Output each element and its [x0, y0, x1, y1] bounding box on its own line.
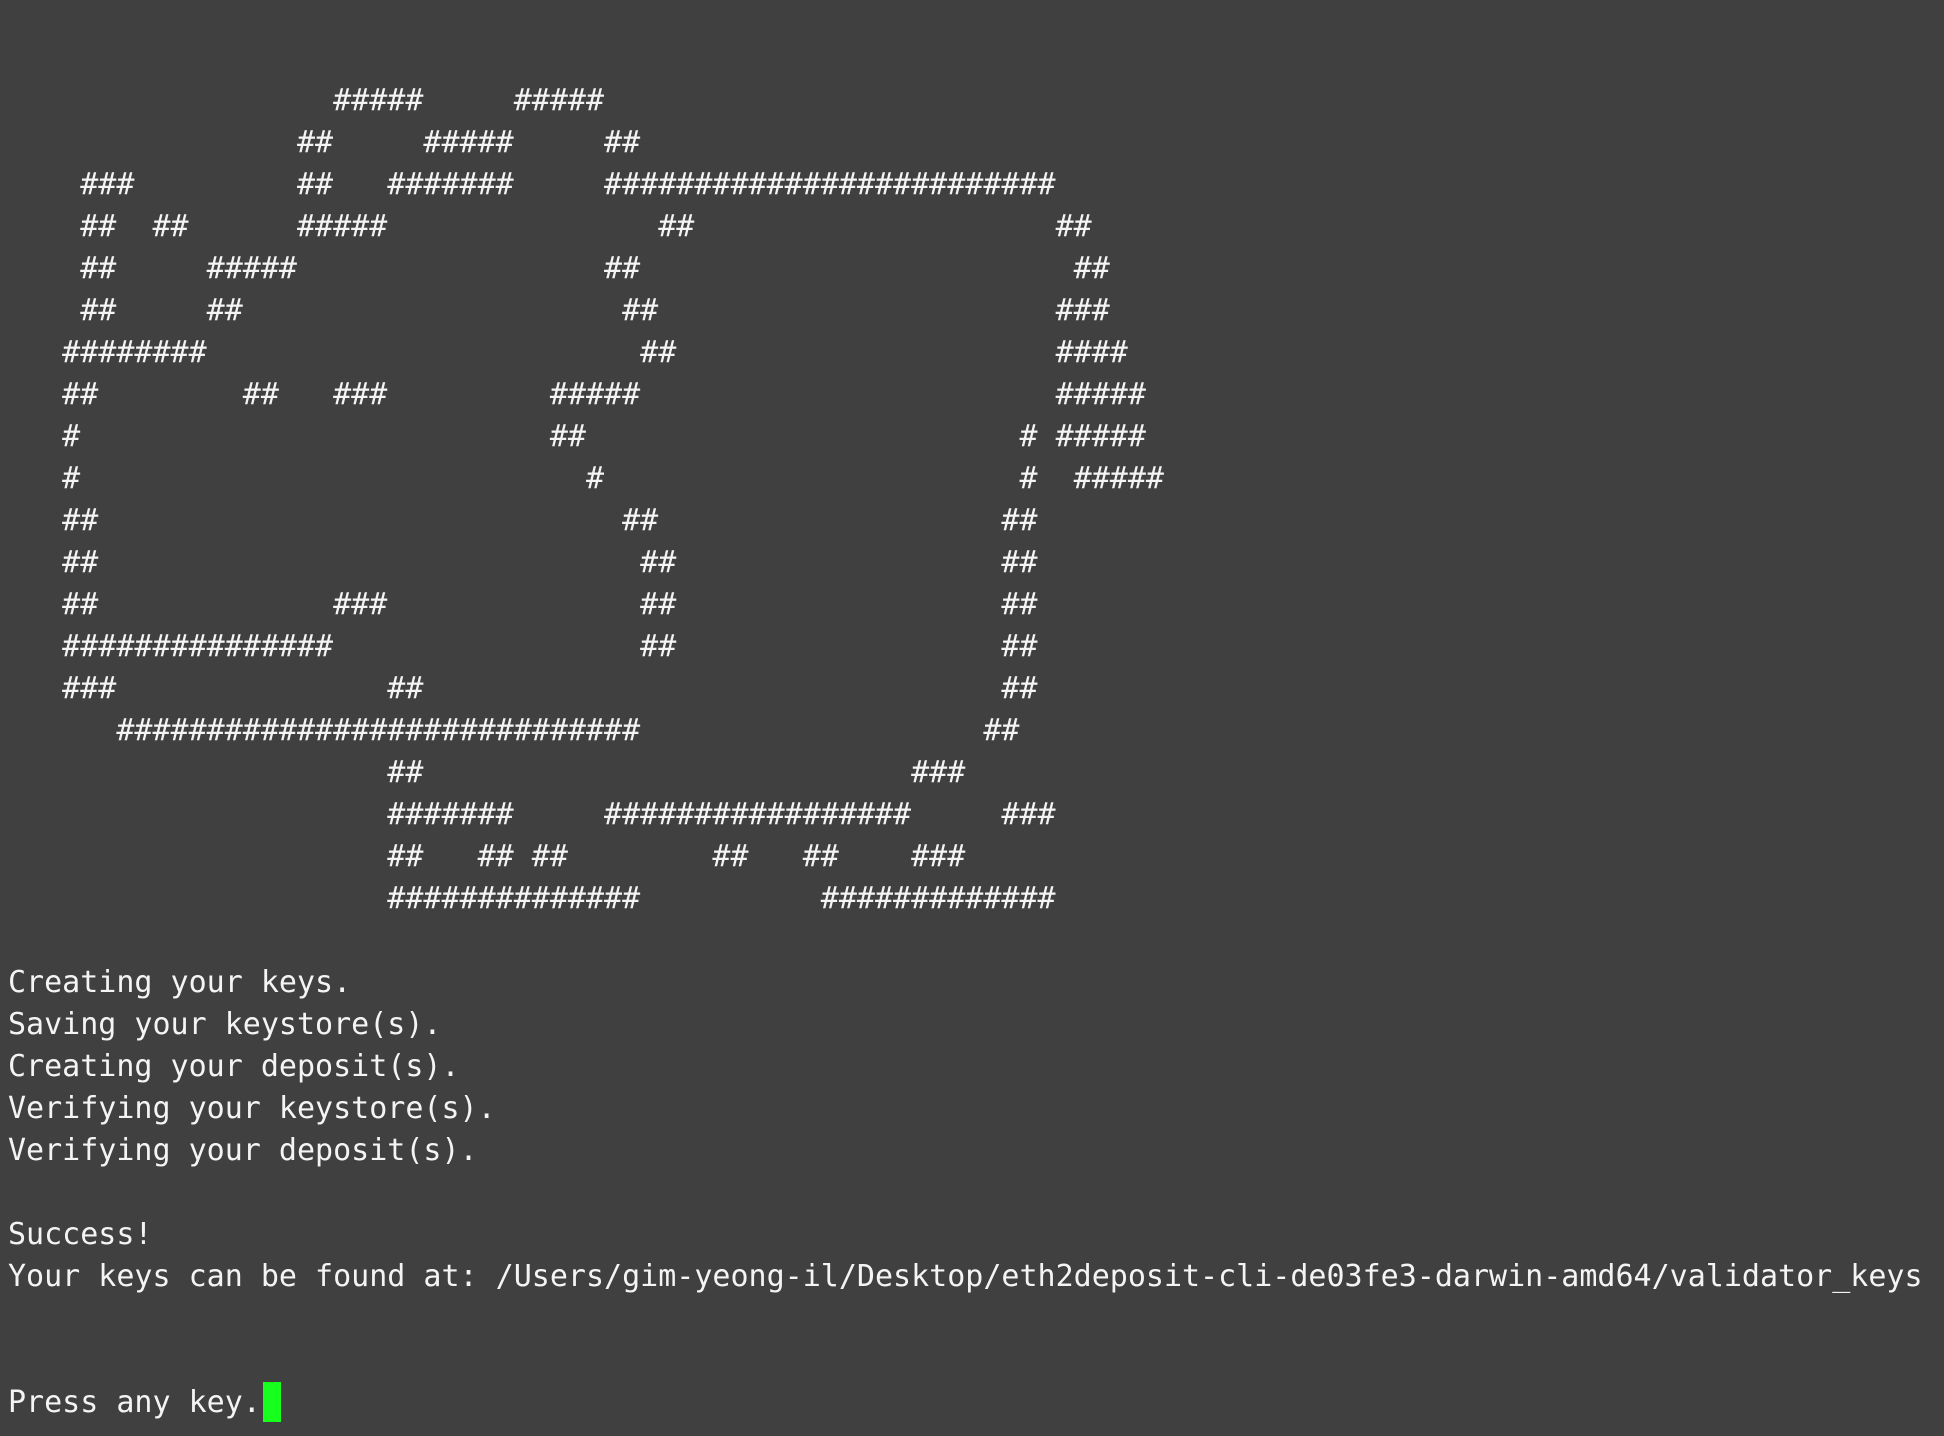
ascii-art-line: ## ## ##	[8, 503, 1038, 538]
ascii-art-line: ############### ## ##	[8, 629, 1038, 664]
ascii-art-logo: ##### ##### ## ##### ## ### ## ####### #…	[8, 80, 1944, 920]
ascii-art-line: ## ## ##	[8, 545, 1038, 580]
ascii-art-line: ############## #############	[8, 881, 1056, 916]
status-line-creating-keys: Creating your keys.	[8, 965, 352, 1000]
ascii-art-line: ### ## ####### #########################	[8, 167, 1056, 202]
terminal-window[interactable]: ##### ##### ## ##### ## ### ## ####### #…	[0, 0, 1944, 1436]
ascii-art-line: ## ##### ##	[8, 125, 641, 160]
ascii-art-line: ## ## ## ## ## ###	[8, 839, 966, 874]
ascii-art-line: ### ## ##	[8, 671, 1038, 706]
ascii-art-line: ## ## ##### ## ##	[8, 209, 1092, 244]
terminal-cursor	[262, 1382, 281, 1422]
ascii-art-line: ############################# ##	[8, 713, 1020, 748]
prompt-line[interactable]: Press any key.	[8, 1382, 1944, 1424]
ascii-art-line: # # # #####	[8, 461, 1164, 496]
ascii-art-line: ####### ################# ###	[8, 797, 1056, 832]
ascii-art-line: # ## # #####	[8, 419, 1146, 454]
status-line-verifying-keystores: Verifying your keystore(s).	[8, 1091, 496, 1126]
ascii-art-line: ## ###	[8, 755, 966, 790]
ascii-art-line: ######## ## ####	[8, 335, 1128, 370]
success-message: Success!	[8, 1217, 153, 1252]
ascii-art-line: ## ### ## ##	[8, 587, 1038, 622]
status-line-saving-keystores: Saving your keystore(s).	[8, 1007, 442, 1042]
ascii-art-line: ## ##### ## ##	[8, 251, 1110, 286]
status-line-verifying-deposits: Verifying your deposit(s).	[8, 1133, 478, 1168]
status-line-creating-deposits: Creating your deposit(s).	[8, 1049, 460, 1084]
ascii-art-line: ##### #####	[8, 83, 605, 118]
ascii-art-line: ## ## ### ##### #####	[8, 377, 1146, 412]
keys-path-message: Your keys can be found at: /Users/gim-ye…	[8, 1259, 1923, 1294]
press-any-key-prompt: Press any key.	[8, 1385, 261, 1420]
ascii-art-line: ## ## ## ###	[8, 293, 1110, 328]
status-output: Creating your keys. Saving your keystore…	[8, 962, 1944, 1172]
